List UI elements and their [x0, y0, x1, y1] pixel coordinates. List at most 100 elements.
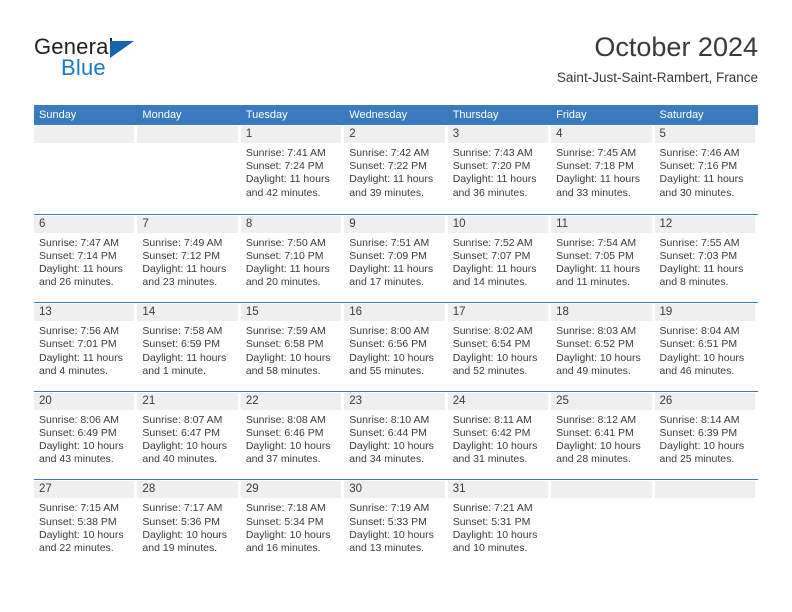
day-number-band: 13 [34, 304, 135, 322]
day-number-band: 20 [34, 392, 135, 410]
sunrise-text: Sunrise: 8:02 AM [452, 325, 533, 338]
day-cell[interactable]: 21 Sunrise: 8:07 AM Sunset: 6:47 PM Dayligh… [137, 392, 240, 480]
day-cell[interactable]: 29 Sunrise: 7:18 AM Sunset: 5:34 PM Dayligh… [240, 480, 344, 568]
weekday-header-row: Sunday Monday Tuesday Wednesday Thursday… [34, 105, 758, 125]
day-number: 30 [349, 483, 363, 496]
day-cell[interactable]: 24 Sunrise: 8:11 AM Sunset: 6:42 PM Dayligh… [447, 392, 551, 480]
sunrise-text: Sunrise: 7:54 AM [556, 236, 637, 249]
daylight-text-line1: Daylight: 10 hours [452, 440, 538, 453]
sunrise-text: Sunrise: 8:00 AM [349, 325, 430, 338]
sunrise-text: Sunrise: 7:47 AM [39, 236, 119, 249]
day-details: Sunrise: 7:50 AM Sunset: 7:10 PM Daylight:… [241, 233, 341, 290]
day-details: Sunrise: 8:06 AM Sunset: 6:49 PM Daylight:… [34, 410, 134, 467]
day-cell[interactable]: 5 Sunrise: 7:46 AM Sunset: 7:16 PM Daylight… [654, 125, 758, 214]
day-cell[interactable]: 20 Sunrise: 8:06 AM Sunset: 6:49 PM Dayligh… [34, 392, 137, 480]
day-number: 16 [349, 306, 363, 319]
day-details: Sunrise: 8:00 AM Sunset: 6:56 PM Daylight:… [344, 321, 444, 378]
day-number-band: 19 [654, 304, 755, 322]
day-cell[interactable]: 4 Sunrise: 7:45 AM Sunset: 7:18 PM Daylight… [551, 125, 654, 214]
day-cell[interactable]: 6 Sunrise: 7:47 AM Sunset: 7:14 PM Daylight… [34, 215, 137, 303]
sunset-text: Sunset: 6:59 PM [142, 338, 221, 351]
day-number-band: 4 [551, 126, 652, 143]
day-cell[interactable]: 26 Sunrise: 8:14 AM Sunset: 6:39 PM Dayligh… [654, 392, 758, 480]
daylight-text-line2: and 55 minutes. [349, 364, 424, 377]
day-cell[interactable]: 23 Sunrise: 8:10 AM Sunset: 6:44 PM Dayligh… [344, 392, 447, 480]
day-cell[interactable]: 22 Sunrise: 8:08 AM Sunset: 6:46 PM Dayligh… [240, 392, 344, 480]
weekday-header-thursday: Thursday [452, 109, 499, 121]
day-cell[interactable]: 10 Sunrise: 7:52 AM Sunset: 7:07 PM Dayligh… [447, 215, 551, 303]
daylight-text-line2: and 28 minutes. [556, 453, 631, 466]
sunset-text: Sunset: 5:33 PM [349, 515, 427, 528]
day-cell[interactable]: 25 Sunrise: 8:12 AM Sunset: 6:41 PM Dayligh… [551, 392, 654, 480]
daylight-text-line2: and 52 minutes. [452, 364, 528, 377]
sunrise-text: Sunrise: 7:46 AM [659, 147, 740, 159]
daylight-text-line2: and 22 minutes. [39, 541, 114, 554]
sunrise-text: Sunrise: 7:21 AM [452, 502, 533, 515]
day-cell[interactable]: 30 Sunrise: 7:19 AM Sunset: 5:33 PM Dayligh… [344, 480, 447, 568]
day-cell[interactable]: 27 Sunrise: 7:15 AM Sunset: 5:38 PM Dayligh… [34, 480, 137, 568]
sunrise-text: Sunrise: 7:42 AM [349, 147, 430, 159]
daylight-text-line1: Daylight: 11 hours [556, 263, 640, 275]
day-cell[interactable]: 19 Sunrise: 8:04 AM Sunset: 6:51 PM Dayligh… [654, 303, 758, 391]
day-number: 5 [659, 128, 666, 140]
calendar-week-row: 20 Sunrise: 8:06 AM Sunset: 6:49 PM Dayligh… [34, 390, 758, 480]
day-cell[interactable]: 15 Sunrise: 7:59 AM Sunset: 6:58 PM Dayligh… [240, 303, 344, 391]
day-cell[interactable]: 14 Sunrise: 7:58 AM Sunset: 6:59 PM Dayligh… [137, 303, 240, 391]
sunrise-text: Sunrise: 7:52 AM [452, 236, 533, 249]
daylight-text-line1: Daylight: 10 hours [659, 351, 745, 364]
calendar-page: General Blue October 2024 Saint-Just-Sai… [0, 0, 792, 612]
day-number: 27 [39, 483, 52, 496]
day-cell[interactable]: 16 Sunrise: 8:00 AM Sunset: 6:56 PM Dayligh… [344, 303, 447, 391]
sunset-text: Sunset: 6:42 PM [452, 426, 531, 439]
sunset-text: Sunset: 7:07 PM [452, 249, 531, 262]
day-cell[interactable]: 28 Sunrise: 7:17 AM Sunset: 5:36 PM Dayligh… [137, 480, 240, 568]
daylight-text-line1: Daylight: 10 hours [142, 440, 228, 453]
day-number-band: 27 [34, 481, 135, 499]
day-number: 2 [349, 128, 356, 140]
sunset-text: Sunset: 7:16 PM [659, 160, 738, 173]
day-number: 31 [452, 483, 466, 496]
day-cell[interactable]: 13 Sunrise: 7:56 AM Sunset: 7:01 PM Dayligh… [34, 303, 137, 391]
sunrise-text: Sunrise: 7:55 AM [659, 236, 740, 249]
day-cell[interactable]: 17 Sunrise: 8:02 AM Sunset: 6:54 PM Dayligh… [447, 303, 551, 391]
day-cell[interactable]: 8 Sunrise: 7:50 AM Sunset: 7:10 PM Daylight… [240, 215, 344, 303]
daylight-text-line2: and 4 minutes. [39, 364, 108, 377]
daylight-text-line1: Daylight: 11 hours [245, 173, 330, 186]
day-details: Sunrise: 7:55 AM Sunset: 7:03 PM Daylight:… [655, 233, 755, 290]
day-cell[interactable]: 1 Sunrise: 7:41 AM Sunset: 7:24 PM Daylight… [240, 125, 344, 214]
day-cell[interactable]: 2 Sunrise: 7:42 AM Sunset: 7:22 PM Daylight… [344, 125, 447, 214]
sunset-text: Sunset: 7:22 PM [349, 160, 427, 173]
sunrise-text: Sunrise: 7:45 AM [556, 147, 637, 159]
day-number: 14 [142, 306, 156, 319]
day-details: Sunrise: 7:18 AM Sunset: 5:34 PM Daylight:… [241, 498, 341, 555]
day-cell[interactable]: 9 Sunrise: 7:51 AM Sunset: 7:09 PM Daylight… [344, 215, 447, 303]
daylight-text-line2: and 58 minutes. [245, 364, 321, 377]
day-details: Sunrise: 7:42 AM Sunset: 7:22 PM Daylight:… [344, 143, 444, 200]
day-number: 21 [142, 394, 156, 407]
day-cell[interactable]: 11 Sunrise: 7:54 AM Sunset: 7:05 PM Dayligh… [551, 215, 654, 303]
day-number-band [34, 126, 135, 143]
sunset-text: Sunset: 5:31 PM [452, 515, 531, 528]
day-number-band: 7 [137, 215, 238, 233]
sunset-text: Sunset: 6:58 PM [245, 338, 324, 351]
sunrise-text: Sunrise: 7:43 AM [452, 147, 533, 159]
sunset-text: Sunset: 7:03 PM [659, 249, 738, 262]
day-number: 6 [39, 217, 46, 230]
daylight-text-line1: Daylight: 11 hours [39, 351, 123, 364]
sunrise-text: Sunrise: 8:07 AM [142, 413, 223, 426]
daylight-text-line1: Daylight: 10 hours [142, 528, 228, 541]
sunrise-text: Sunrise: 8:10 AM [349, 413, 430, 426]
sunset-text: Sunset: 7:24 PM [245, 160, 324, 173]
day-number-band: 17 [447, 304, 549, 322]
day-cell[interactable]: 7 Sunrise: 7:49 AM Sunset: 7:12 PM Daylight… [137, 215, 240, 303]
day-number-band: 22 [240, 392, 342, 410]
day-details: Sunrise: 7:21 AM Sunset: 5:31 PM Daylight:… [448, 498, 548, 555]
sunrise-text: Sunrise: 7:18 AM [245, 502, 326, 515]
day-cell[interactable]: 12 Sunrise: 7:55 AM Sunset: 7:03 PM Dayligh… [654, 215, 758, 303]
day-number: 24 [452, 394, 466, 407]
day-cell[interactable]: 31 Sunrise: 7:21 AM Sunset: 5:31 PM Dayligh… [447, 480, 551, 568]
day-cell[interactable]: 18 Sunrise: 8:03 AM Sunset: 6:52 PM Dayligh… [551, 303, 654, 391]
day-number-band: 29 [240, 481, 342, 499]
daylight-text-line2: and 11 minutes. [556, 276, 631, 289]
day-cell[interactable]: 3 Sunrise: 7:43 AM Sunset: 7:20 PM Daylight… [447, 125, 551, 214]
